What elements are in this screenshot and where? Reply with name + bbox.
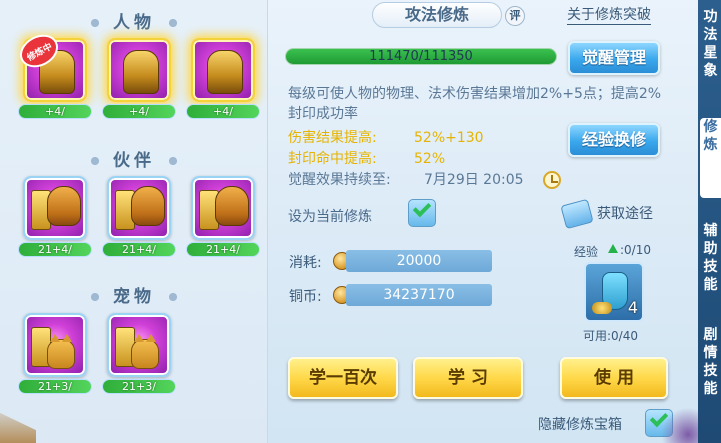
partner-card-3[interactable]: [191, 176, 255, 240]
partner-level-3: 21+4/: [186, 242, 260, 257]
book-icon[interactable]: [560, 198, 594, 230]
pet-level-1: 21+3/: [18, 379, 92, 394]
get-way-link[interactable]: 获取途径: [597, 203, 653, 223]
learn-100-button[interactable]: 学一百次: [288, 357, 398, 399]
character-card-2[interactable]: [107, 38, 171, 102]
cat-pet-icon: [131, 334, 159, 369]
character-panel: 人物 修炼中 +4/ +4/ +4/ 伙伴 21+4/ 21+4/ 21+4/ …: [0, 0, 268, 443]
section-title-pets: 宠物: [0, 282, 268, 307]
awaken-duration: 觉醒效果持续至: 7月29日 20:05: [288, 171, 524, 189]
treasure-exp-count: :0/10: [620, 243, 651, 257]
character-level-3: +4/: [186, 104, 260, 119]
partner-level-2: 21+4/: [102, 242, 176, 257]
partner-figure-icon: [131, 186, 165, 226]
cultivation-description: 每级可使人物的物理、法术伤害结果增加2%+5点；提高2%封印成功率: [288, 86, 662, 122]
copper-value: 34237170: [346, 284, 492, 306]
corner-ornament: [0, 412, 36, 443]
treasure-exp-label: 经验: [574, 245, 599, 259]
tab-story-skills[interactable]: 剧情技能: [700, 326, 721, 398]
seal-stat: 封印命中提高: 52%: [288, 150, 445, 168]
cost-value: 20000: [346, 250, 492, 272]
character-level-2: +4/: [102, 104, 176, 119]
cost-label: 消耗:: [289, 255, 322, 271]
awaken-duration-label: 觉醒效果持续至:: [288, 172, 391, 188]
damage-stat: 伤害结果提高: 52%+130: [288, 129, 484, 147]
partner-card-1[interactable]: [23, 176, 87, 240]
pet-card-1[interactable]: [23, 313, 87, 377]
rate-badge[interactable]: 评: [505, 6, 525, 26]
partner-figure-icon: [215, 186, 249, 226]
pet-level-2: 21+3/: [102, 379, 176, 394]
treasure-count: 4: [627, 298, 638, 317]
breakthrough-link[interactable]: 关于修炼突破: [567, 6, 651, 25]
copper-label: 铜币:: [289, 289, 322, 305]
character-figure-icon: [123, 50, 159, 94]
character-card-3[interactable]: [191, 38, 255, 102]
treasure-item-slot[interactable]: 4: [584, 262, 644, 322]
cultivation-progress-bar: 111470/111350: [285, 48, 557, 65]
tab-assist-skills[interactable]: 辅助技能: [700, 222, 721, 294]
seal-stat-label: 封印命中提高:: [288, 151, 377, 167]
damage-stat-label: 伤害结果提高:: [288, 130, 377, 146]
set-current-label: 设为当前修炼: [288, 209, 372, 225]
learn-button[interactable]: 学 习: [413, 357, 523, 399]
exp-exchange-button[interactable]: 经验换修: [568, 123, 660, 157]
section-title-partners: 伙伴: [0, 146, 268, 171]
partner-level-1: 21+4/: [18, 242, 92, 257]
gold-icon: [592, 302, 612, 314]
section-title-characters: 人物: [0, 8, 268, 33]
seal-stat-value: 52%: [414, 151, 446, 167]
awaken-duration-value: 7月29日 20:05: [424, 172, 524, 188]
cultivation-title: 攻法修炼: [372, 2, 502, 28]
damage-stat-value: 52%+130: [414, 130, 484, 146]
tab-cultivation[interactable]: 修炼: [700, 118, 721, 198]
corner-ornament: [660, 400, 700, 443]
pet-card-2[interactable]: [107, 313, 171, 377]
partner-card-2[interactable]: [107, 176, 171, 240]
up-arrow-icon: [608, 244, 618, 253]
awaken-manage-button[interactable]: 觉醒管理: [568, 41, 660, 75]
clock-icon: [543, 171, 561, 189]
character-figure-icon: [207, 50, 243, 94]
character-card-1[interactable]: 修炼中: [14, 28, 87, 102]
treasure-usable: 可用:0/40: [583, 329, 638, 343]
hide-treasure-label: 隐藏修炼宝箱: [538, 417, 622, 433]
checkmark-icon: [412, 198, 432, 218]
cat-pet-icon: [47, 334, 75, 369]
character-level-1: +4/: [18, 104, 92, 119]
partner-figure-icon: [47, 186, 81, 226]
tab-star-map[interactable]: 功法星象: [700, 8, 721, 80]
use-button[interactable]: 使 用: [560, 357, 668, 399]
set-current-checkbox[interactable]: [408, 198, 436, 227]
